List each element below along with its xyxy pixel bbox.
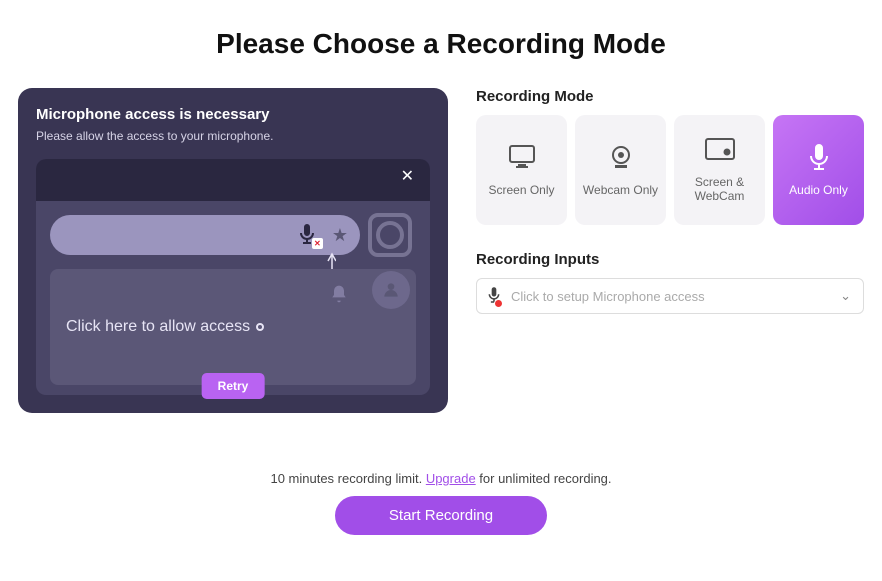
start-recording-button[interactable]: Start Recording xyxy=(335,496,547,535)
address-bar: ✕ ★ xyxy=(50,215,360,255)
mic-blocked-icon xyxy=(487,287,501,306)
record-shape-icon xyxy=(368,213,412,257)
limit-text: 10 minutes recording limit. Upgrade for … xyxy=(0,471,882,486)
upgrade-link[interactable]: Upgrade xyxy=(426,471,476,486)
bell-icon xyxy=(320,275,358,313)
allow-access-bar: Click here to allow access xyxy=(50,269,416,385)
star-icon: ★ xyxy=(332,225,348,246)
mode-label: Screen & WebCam xyxy=(680,175,759,203)
mode-audio-only[interactable]: Audio Only xyxy=(773,115,864,225)
recording-mode-label: Recording Mode xyxy=(476,88,864,105)
webcam-icon xyxy=(608,144,634,173)
recording-inputs-label: Recording Inputs xyxy=(476,251,864,268)
pip-icon xyxy=(705,138,735,165)
allow-access-text: Click here to allow access xyxy=(66,318,250,336)
mic-access-panel: Microphone access is necessary Please al… xyxy=(18,88,448,413)
mode-label: Audio Only xyxy=(789,183,848,197)
retry-button[interactable]: Retry xyxy=(202,373,265,399)
dropdown-placeholder: Click to setup Microphone access xyxy=(511,289,705,304)
close-icon: ✕ xyxy=(401,169,414,185)
mode-grid: Screen Only Webcam Only Screen & WebCam … xyxy=(476,115,864,225)
monitor-icon xyxy=(508,144,536,173)
mode-screen-only[interactable]: Screen Only xyxy=(476,115,567,225)
panel-subtext: Please allow the access to your micropho… xyxy=(36,129,430,143)
limit-prefix: 10 minutes recording limit. xyxy=(270,471,425,486)
mode-screen-webcam[interactable]: Screen & WebCam xyxy=(674,115,765,225)
demo-header: ✕ xyxy=(36,159,430,201)
browser-demo: ✕ ✕ ★ Click here to allow access xyxy=(36,159,430,395)
panel-heading: Microphone access is necessary xyxy=(36,106,430,123)
limit-suffix: for unlimited recording. xyxy=(476,471,612,486)
mode-label: Screen Only xyxy=(488,183,554,197)
mic-blocked-icon: ✕ xyxy=(298,224,320,246)
person-icon xyxy=(372,271,410,309)
mode-webcam-only[interactable]: Webcam Only xyxy=(575,115,666,225)
mic-icon xyxy=(808,144,830,173)
mic-setup-dropdown[interactable]: Click to setup Microphone access ⌄ xyxy=(476,278,864,314)
page-title: Please Choose a Recording Mode xyxy=(0,28,882,60)
pointer-origin xyxy=(256,323,264,331)
chevron-down-icon: ⌄ xyxy=(840,288,851,304)
mode-label: Webcam Only xyxy=(583,183,658,197)
